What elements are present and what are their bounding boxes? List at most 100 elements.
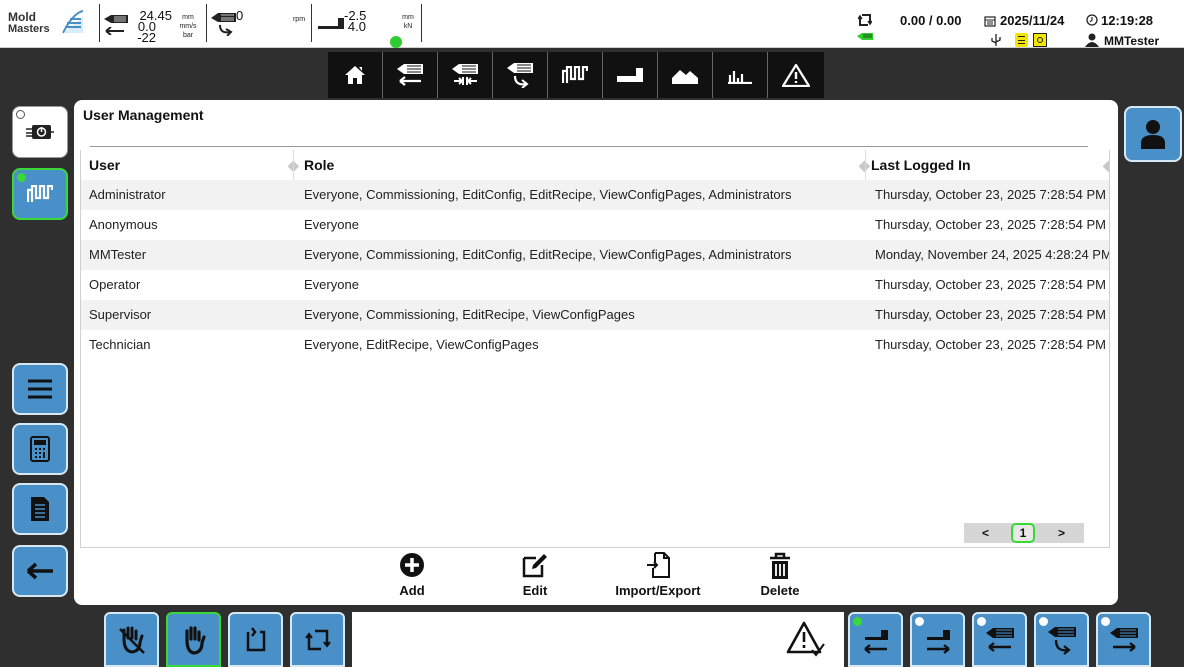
- document-button[interactable]: [12, 483, 68, 535]
- table-row[interactable]: Supervisor Everyone, Commissioning, EditR…: [81, 300, 1109, 330]
- table-row[interactable]: Operator Everyone Thursday, October 23, 20…: [81, 270, 1109, 300]
- semi-auto-icon: [246, 626, 265, 651]
- profile-button[interactable]: [658, 52, 713, 98]
- pagination: < 1 >: [964, 523, 1084, 543]
- statistics-button[interactable]: [713, 52, 768, 98]
- cell-user: Technician: [89, 337, 151, 352]
- cell-user: MMTester: [89, 247, 147, 262]
- temperature-icon: [562, 66, 588, 83]
- table-row[interactable]: Anonymous Everyone Thursday, October 23, 2…: [81, 210, 1109, 240]
- separator: [311, 4, 312, 42]
- screw-icon: [211, 13, 236, 36]
- unit-kn: kN: [403, 23, 413, 30]
- memory-card-icon: [1015, 33, 1028, 47]
- clock-icon: [1086, 14, 1098, 26]
- screw-button[interactable]: [493, 52, 548, 98]
- next-page-button[interactable]: >: [1058, 523, 1065, 543]
- page-title: User Management: [83, 107, 204, 123]
- temperature-button[interactable]: [548, 52, 603, 98]
- screw-icon: [507, 63, 533, 88]
- menu-button[interactable]: [12, 363, 68, 415]
- edit-icon: [522, 554, 547, 578]
- cell-last-logged-in: Thursday, October 23, 2025 7:28:54 PM: [875, 217, 1107, 232]
- indicator-dot: [915, 617, 924, 626]
- clamp-icon: [318, 18, 344, 29]
- hand-mode-button[interactable]: [166, 612, 221, 667]
- table-row[interactable]: MMTester Everyone, Commissioning, EditCon…: [81, 240, 1109, 270]
- screw-rpm: 0: [236, 8, 244, 23]
- import-export-button[interactable]: Import/Export: [598, 550, 718, 600]
- unit-mm: mm: [402, 14, 414, 21]
- logged-in-user[interactable]: MMTester: [1104, 34, 1159, 48]
- menu-icon: [28, 379, 52, 399]
- injection-pressure: -22: [137, 30, 156, 45]
- home-button[interactable]: [328, 52, 383, 98]
- prev-page-button[interactable]: <: [982, 523, 989, 543]
- indicator-dot: [16, 110, 25, 119]
- hold-button[interactable]: [438, 52, 493, 98]
- clamp-icon: [617, 68, 643, 82]
- clamp-close-icon: [863, 629, 888, 654]
- column-header-user[interactable]: User: [89, 150, 289, 180]
- clamp-open-button[interactable]: [910, 612, 965, 667]
- cell-user: Administrator: [89, 187, 166, 202]
- hand-icon: [184, 625, 206, 655]
- cell-role: Everyone, EditRecipe, ViewConfigPages: [304, 337, 539, 352]
- cell-user: Supervisor: [89, 307, 152, 322]
- injection-button[interactable]: [383, 52, 438, 98]
- column-divider[interactable]: [865, 150, 866, 180]
- auto-cycle-button[interactable]: [290, 612, 345, 667]
- current-page-button[interactable]: 1: [1011, 523, 1035, 543]
- arrow-left-icon: [105, 27, 124, 35]
- power-button[interactable]: [12, 106, 68, 158]
- injection-unit-icon: [104, 15, 128, 23]
- unit-mm: mm: [182, 14, 194, 21]
- table-header: User ◆ Role ◆ Last Logged In ◆: [81, 150, 1109, 180]
- delete-user-button[interactable]: Delete: [720, 550, 840, 600]
- clamp-force: 4.0: [347, 19, 366, 34]
- profile-icon: [672, 70, 698, 84]
- indicator-dot: [1101, 617, 1110, 626]
- manual-mode-button[interactable]: [104, 612, 159, 667]
- date-display: 2025/11/24: [1000, 13, 1065, 28]
- logo-line1: Mold: [8, 10, 36, 24]
- calculator-button[interactable]: [12, 423, 68, 475]
- navigation-toolbar: [328, 52, 824, 98]
- add-user-button[interactable]: Add: [352, 550, 472, 600]
- import-export-icon: [647, 552, 670, 578]
- cell-last-logged-in: Monday, November 24, 2025 4:28:24 PM: [875, 247, 1110, 262]
- users-table: User ◆ Role ◆ Last Logged In ◆ Administr…: [80, 150, 1110, 548]
- home-icon: [345, 66, 365, 84]
- indicator-dot: [977, 617, 986, 626]
- cell-last-logged-in: Thursday, October 23, 2025 7:28:54 PM: [875, 187, 1107, 202]
- hold-icon: [452, 64, 478, 85]
- injection-back-button[interactable]: [972, 612, 1027, 667]
- table-row[interactable]: Technician Everyone, EditRecipe, ViewConf…: [81, 330, 1109, 360]
- column-header-role[interactable]: Role: [304, 150, 864, 180]
- back-button[interactable]: [12, 545, 68, 597]
- temperature-side-button[interactable]: [12, 168, 68, 220]
- alarm-message-area[interactable]: [352, 612, 844, 667]
- calculator-icon: [30, 436, 50, 462]
- table-body: Administrator Everyone, Commissioning, Ed…: [81, 180, 1109, 360]
- user-management-panel: User Management User ◆ Role ◆ Last Logge…: [74, 100, 1118, 605]
- column-header-last-logged-in[interactable]: Last Logged In: [871, 150, 1109, 180]
- separator: [99, 4, 100, 42]
- clamp-button[interactable]: [603, 52, 658, 98]
- semi-auto-button[interactable]: [228, 612, 283, 667]
- user-profile-button[interactable]: [1124, 106, 1182, 162]
- indicator-dot: [853, 617, 862, 626]
- screw-recover-button[interactable]: [1034, 612, 1089, 667]
- power-icon: [26, 125, 54, 139]
- sort-icon[interactable]: ◆: [1103, 150, 1109, 180]
- table-row[interactable]: Administrator Everyone, Commissioning, Ed…: [81, 180, 1109, 210]
- alarm-button[interactable]: [768, 52, 823, 98]
- clamp-close-button[interactable]: [848, 612, 903, 667]
- temperature-icon: [27, 185, 53, 202]
- cell-role: Everyone, Commissioning, EditConfig, Edi…: [304, 247, 792, 262]
- injection-forward-button[interactable]: [1096, 612, 1151, 667]
- edit-user-button[interactable]: Edit: [475, 550, 595, 600]
- column-divider[interactable]: [293, 150, 294, 180]
- indicator-dot: [1039, 617, 1048, 626]
- separator: [206, 4, 207, 42]
